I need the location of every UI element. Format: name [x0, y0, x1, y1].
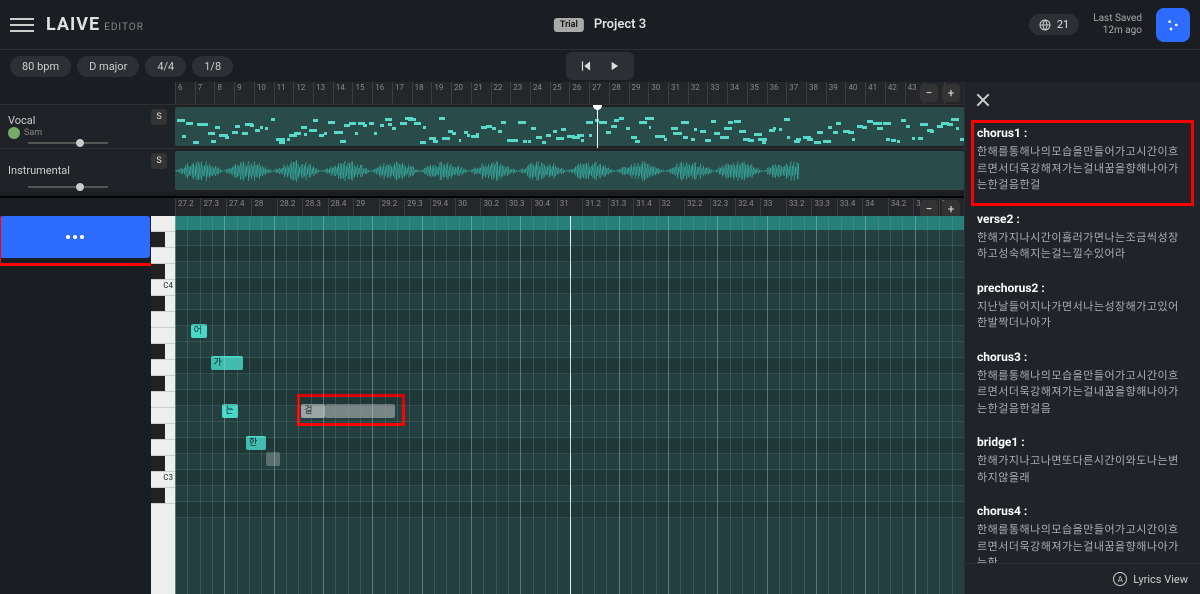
- logo-text: LAIVE: [46, 14, 100, 35]
- lyric-section-title: bridge1 :: [977, 435, 1188, 449]
- playhead-upper[interactable]: [597, 105, 598, 148]
- generating-indicator: [0, 216, 150, 258]
- lyric-section-chorus4[interactable]: chorus4 : 한해를통해나의모습을만들어가고시간이흐르면서더욱강해져가는걸내…: [977, 504, 1188, 563]
- pianoroll-ruler[interactable]: 27.227.327.42828.228.328.42929.229.329.4…: [175, 198, 964, 216]
- track-name-vocal: Vocal: [8, 114, 167, 127]
- transport-bar: 80 bpm D major 4/4 1/8: [0, 50, 1200, 82]
- lyric-section-title: chorus1 :: [977, 126, 1188, 140]
- track-header-vocal[interactable]: Vocal Sam S: [0, 104, 175, 148]
- app-header: LAIVE EDITOR Trial Project 3 21 Last Sav…: [0, 0, 1200, 50]
- ai-generate-button[interactable]: [1156, 8, 1190, 42]
- zoom-in-button[interactable]: +: [942, 84, 960, 102]
- lyric-section-title: prechorus2 :: [977, 281, 1188, 295]
- prev-button[interactable]: [576, 56, 596, 76]
- transport-controls: [566, 52, 634, 80]
- skip-back-icon: [579, 59, 593, 73]
- piano-keyboard[interactable]: C4C3: [151, 216, 175, 594]
- zoom-out-button[interactable]: −: [920, 84, 938, 102]
- lyric-section-text: 한해가지나시간이흘러가면나는조금씩성장하고성숙해지는걸느낄수있어라: [977, 230, 1188, 263]
- lyrics-panel: chorus1 : 한해를통해나의모습을만들어가고시간이흐르면서더욱강해져가는걸내…: [964, 82, 1200, 594]
- lyric-section-bridge1[interactable]: bridge1 : 한해가지나고나면또다른시간이와도나는변하지않을래: [977, 435, 1188, 486]
- play-button[interactable]: [604, 56, 624, 76]
- lyric-section-prechorus2[interactable]: prechorus2 : 지난날들어지나가면서나는성장해가고있어한발짝더나아가: [977, 281, 1188, 332]
- lyric-section-chorus3[interactable]: chorus3 : 한해를통해나의모습을만들어가고시간이흐르면서더욱강해져가는걸내…: [977, 350, 1188, 418]
- lyrics-view-label: Lyrics View: [1133, 573, 1188, 586]
- track-lane-vocal[interactable]: [175, 104, 964, 148]
- trial-badge: Trial: [554, 18, 584, 32]
- play-icon: [607, 59, 621, 73]
- lyric-section-title: chorus4 :: [977, 504, 1188, 518]
- lyric-section-text: 한해를통해나의모습을만들어가고시간이흐르면서더욱강해져가는걸내꿈을향해나아가는한: [977, 522, 1188, 563]
- credits-pill[interactable]: 21: [1029, 14, 1079, 35]
- pianoroll-track-label: [0, 198, 175, 216]
- lyric-section-chorus1[interactable]: chorus1 : 한해를통해나의모습을만들어가고시간이흐르면서더욱강해져가는걸내…: [977, 126, 1188, 194]
- lyrics-view-toggle[interactable]: A Lyrics View: [965, 563, 1200, 594]
- track-header-instrumental[interactable]: Instrumental S: [0, 148, 175, 192]
- tempo-chip[interactable]: 80 bpm: [10, 56, 71, 77]
- track-name-instrumental: Instrumental: [8, 164, 167, 177]
- arrangement-view: 6789101112131415161718192021222324252627…: [0, 82, 964, 192]
- lyric-section-text: 지난날들어지나가면서나는성장해가고있어한발짝더나아가: [977, 299, 1188, 332]
- close-icon[interactable]: [975, 92, 991, 108]
- last-saved: Last Saved 12m ago: [1093, 13, 1142, 37]
- lyric-section-title: chorus3 :: [977, 350, 1188, 364]
- loading-dots-icon: [66, 235, 84, 239]
- app-logo: LAIVE EDITOR: [46, 14, 144, 35]
- lyric-section-text: 한해를통해나의모습을만들어가고시간이흐르면서더욱강해져가는걸내꿈을향해나아가는한…: [977, 144, 1188, 194]
- credits-count: 21: [1057, 18, 1069, 31]
- pianoroll-left-column: C4C3: [0, 216, 175, 594]
- lyric-section-verse2[interactable]: verse2 : 한해가지나시간이흘러가면나는조금씩성장하고성숙해지는걸느낄수있어…: [977, 212, 1188, 263]
- menu-icon[interactable]: [10, 13, 34, 37]
- piano-roll: 27.227.327.42828.228.328.42929.229.329.4…: [0, 196, 964, 594]
- solo-button-instrumental[interactable]: S: [151, 153, 167, 169]
- volume-slider-vocal[interactable]: [28, 142, 108, 144]
- volume-slider-instrumental[interactable]: [28, 186, 108, 188]
- timeline-ruler[interactable]: 6789101112131415161718192021222324252627…: [175, 82, 964, 104]
- voice-name: Sam: [24, 128, 42, 138]
- pianoroll-grid[interactable]: 어 가 는 걸 한: [175, 216, 964, 594]
- project-title[interactable]: Project 3: [594, 17, 646, 32]
- lyric-section-text: 한해를통해나의모습을만들어가고시간이흐르면서더욱강해져가는걸내꿈을향해나아가는한…: [977, 368, 1188, 418]
- solo-button-vocal[interactable]: S: [151, 109, 167, 125]
- track-lane-instrumental[interactable]: [175, 148, 964, 192]
- logo-sub: EDITOR: [104, 22, 144, 33]
- sparkle-icon: [1165, 17, 1181, 33]
- lyric-section-title: verse2 :: [977, 212, 1188, 226]
- timesig-chip[interactable]: 4/4: [145, 56, 186, 77]
- lyrics-view-icon: A: [1113, 572, 1127, 586]
- grid-chip[interactable]: 1/8: [192, 56, 233, 77]
- key-chip[interactable]: D major: [77, 56, 139, 77]
- lyric-section-text: 한해가지나고나면또다른시간이와도나는변하지않을래: [977, 453, 1188, 486]
- waveform-icon: [175, 155, 799, 186]
- avatar-icon: [8, 127, 20, 139]
- globe-icon: [1039, 19, 1051, 31]
